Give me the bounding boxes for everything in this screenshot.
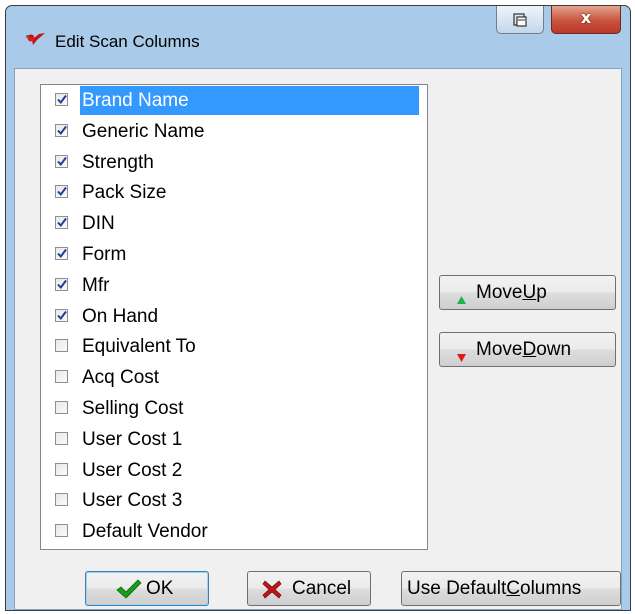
checkbox[interactable] (55, 277, 68, 291)
use-default-columns-label: Use Default Columns (407, 577, 582, 599)
checkbox[interactable] (55, 431, 68, 445)
dialog-body: Brand Name Generic Name Strength Pack Size D… (14, 68, 622, 610)
cancel-button[interactable]: Cancel (247, 571, 371, 606)
list-item-label: Brand Name (80, 86, 419, 115)
list-item[interactable]: Default Vendor (47, 517, 419, 546)
list-item-label: Pack Size (82, 182, 167, 204)
checkbox[interactable] (55, 123, 68, 137)
checkbox[interactable] (55, 154, 68, 168)
list-item[interactable]: Generic Name (47, 117, 419, 146)
close-icon: x (580, 8, 592, 27)
use-default-columns-button[interactable]: Use Default Columns (401, 571, 621, 606)
list-item[interactable]: On Hand (47, 302, 419, 331)
checkmark-icon (57, 248, 67, 259)
checkbox[interactable] (55, 308, 68, 322)
checkbox[interactable] (55, 185, 68, 199)
list-item[interactable]: Strength (47, 148, 419, 177)
restore-button[interactable] (496, 6, 544, 34)
list-item[interactable]: Acq Cost (47, 363, 419, 392)
checkbox[interactable] (55, 524, 68, 538)
move-down-label: Move Down (476, 338, 572, 360)
checkbox[interactable] (55, 339, 68, 353)
list-item[interactable]: User Cost 2 (47, 456, 419, 485)
checkmark-icon (57, 125, 67, 135)
list-item-label: DIN (82, 213, 115, 235)
list-item[interactable]: Pack Size (47, 178, 419, 207)
move-up-button[interactable]: Move Up (439, 275, 616, 310)
list-item-label: Mfr (82, 274, 110, 296)
checkmark-icon (57, 94, 67, 105)
list-item-label: Default Vendor (82, 521, 208, 543)
window-title: Edit Scan Columns (55, 32, 200, 51)
list-item-label: On Hand (82, 305, 159, 327)
list-item[interactable]: Mfr (47, 271, 419, 300)
list-item[interactable]: Brand Name (47, 86, 419, 115)
checkmark-icon (57, 187, 67, 197)
checkbox[interactable] (55, 401, 68, 414)
move-up-label: Move Up (476, 281, 547, 303)
list-item[interactable]: Selling Cost (47, 394, 419, 423)
checkbox[interactable] (55, 93, 68, 106)
list-item-label: Acq Cost (82, 367, 160, 389)
restore-icon (513, 13, 527, 27)
checkbox[interactable] (55, 370, 68, 384)
list-item[interactable]: Form (47, 240, 419, 269)
ok-label: OK (146, 577, 174, 599)
list-item-label: User Cost 2 (82, 459, 183, 481)
cancel-x-icon (262, 580, 282, 605)
list-item[interactable]: User Cost 3 (47, 486, 419, 515)
list-item[interactable]: DIN (47, 209, 419, 238)
checkbox[interactable] (55, 493, 68, 507)
list-item-label: User Cost 1 (82, 428, 183, 450)
list-item-label: User Cost 3 (82, 490, 183, 512)
dialog-window: Edit Scan Columns x Brand Name Generic Na… (5, 5, 631, 611)
checkbox[interactable] (55, 247, 68, 260)
title-bar[interactable]: Edit Scan Columns x (6, 6, 630, 68)
list-item-label: Generic Name (82, 120, 205, 142)
list-item-label: Strength (82, 151, 154, 173)
list-item-label: Selling Cost (82, 398, 184, 419)
cancel-label: Cancel (292, 577, 352, 599)
down-arrow-icon (457, 346, 466, 368)
list-item-label: Form (82, 244, 127, 265)
checkmark-icon (57, 218, 67, 228)
ok-button[interactable]: OK (85, 571, 209, 606)
close-button[interactable]: x (551, 6, 621, 34)
checkmark-icon (116, 579, 142, 605)
app-logo-icon (24, 31, 46, 47)
checkbox[interactable] (55, 216, 68, 230)
checkmark-icon (57, 279, 67, 289)
checkbox[interactable] (55, 462, 68, 476)
checkmark-icon (57, 310, 67, 320)
move-down-button[interactable]: Move Down (439, 332, 616, 367)
checkmark-icon (57, 156, 67, 166)
up-arrow-icon (457, 288, 466, 310)
list-item[interactable]: User Cost 1 (47, 425, 419, 454)
columns-list[interactable]: Brand Name Generic Name Strength Pack Size D… (40, 84, 428, 550)
list-item[interactable]: Equivalent To (47, 332, 419, 361)
list-item-label: Equivalent To (82, 336, 196, 358)
